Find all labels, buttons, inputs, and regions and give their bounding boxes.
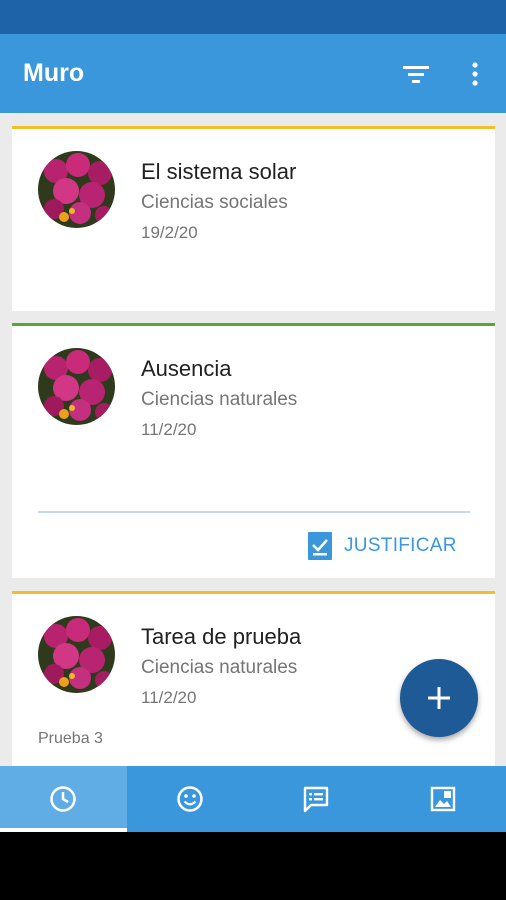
filter-button[interactable] (398, 56, 434, 92)
avatar (38, 616, 115, 693)
justify-button-label: JUSTIFICAR (344, 535, 457, 556)
clock-icon (50, 786, 76, 812)
more-options-button[interactable] (458, 56, 492, 92)
card-date: 11/2/20 (141, 420, 197, 439)
card-date: 19/2/20 (141, 223, 198, 242)
nav-tab-messages[interactable] (253, 766, 380, 832)
card-title: El sistema solar (141, 159, 297, 184)
more-vert-icon (472, 62, 478, 86)
status-bar (0, 0, 506, 34)
card-note: Prueba 3 (38, 730, 103, 747)
card-subject: Ciencias naturales (141, 389, 298, 410)
nav-tab-activities[interactable] (127, 766, 254, 832)
plus-icon (428, 687, 450, 709)
nav-tab-gallery[interactable] (380, 766, 506, 832)
card-subject: Ciencias naturales (141, 657, 298, 678)
chat-icon (304, 786, 329, 813)
card-subject: Ciencias sociales (141, 192, 288, 213)
add-button[interactable] (400, 659, 478, 737)
avatar (38, 151, 115, 228)
image-icon (430, 786, 455, 812)
justify-button[interactable]: JUSTIFICAR (308, 530, 457, 562)
app-bar: Muro (0, 34, 506, 113)
card-date: 11/2/20 (141, 688, 197, 707)
nav-tab-wall[interactable] (0, 766, 127, 832)
card-title: Tarea de prueba (141, 624, 302, 649)
wall-card[interactable]: El sistema solar Ciencias sociales 19/2/… (12, 126, 495, 311)
wall-card[interactable]: Ausencia Ciencias naturales 11/2/20 JUST… (12, 323, 495, 578)
page-title: Muro (23, 59, 85, 87)
filter-icon (403, 66, 429, 83)
checkbox-icon (308, 532, 332, 560)
bottom-navigation (0, 766, 506, 832)
card-divider (38, 511, 470, 513)
card-title: Ausencia (141, 356, 232, 381)
smiley-icon (177, 786, 203, 812)
avatar (38, 348, 115, 425)
app-screen: Muro El sistema solar Ciencias sociales … (0, 0, 506, 832)
